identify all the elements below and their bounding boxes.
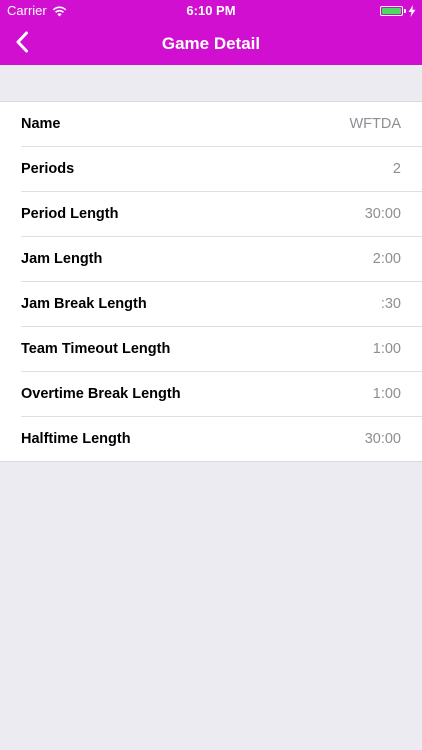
row-label: Name — [21, 116, 61, 132]
row-periods[interactable]: Periods 2 — [0, 146, 422, 191]
row-overtime-break-length[interactable]: Overtime Break Length 1:00 — [0, 371, 422, 416]
battery-level — [382, 8, 401, 14]
row-value: 2:00 — [372, 250, 401, 267]
battery-indicator — [380, 5, 416, 17]
row-label: Team Timeout Length — [21, 340, 171, 357]
row-jam-break-length[interactable]: Jam Break Length :30 — [0, 281, 422, 326]
row-value: 1:00 — [372, 340, 401, 357]
row-value: 2 — [392, 160, 401, 177]
row-value: 1:00 — [372, 385, 401, 402]
row-value: 30:00 — [364, 430, 401, 447]
row-label: Periods — [21, 160, 75, 177]
battery-icon — [380, 6, 403, 16]
row-label: Jam Length — [21, 250, 103, 267]
navigation-bar: Game Detail — [0, 22, 422, 65]
row-jam-length[interactable]: Jam Length 2:00 — [0, 236, 422, 281]
row-value: WFTDA — [349, 116, 401, 132]
row-team-timeout-length[interactable]: Team Timeout Length 1:00 — [0, 326, 422, 371]
row-value: :30 — [380, 295, 401, 312]
row-value: 30:00 — [364, 205, 401, 222]
game-detail-table: Name WFTDA Periods 2 Period Length 30:00… — [0, 101, 422, 462]
row-name[interactable]: Name WFTDA — [0, 102, 422, 146]
charging-bolt-icon — [408, 5, 416, 17]
row-period-length[interactable]: Period Length 30:00 — [0, 191, 422, 236]
battery-tip — [404, 9, 406, 13]
page-title: Game Detail — [161, 34, 261, 53]
row-halftime-length[interactable]: Halftime Length 30:00 — [0, 416, 422, 461]
row-label: Jam Break Length — [21, 295, 147, 312]
status-bar: Carrier 6:10 PM — [0, 0, 422, 22]
status-time: 6:10 PM — [186, 3, 236, 18]
header: Carrier 6:10 PM Game Detail — [0, 0, 422, 65]
row-label: Halftime Length — [21, 430, 131, 447]
row-label: Period Length — [21, 205, 119, 222]
row-label: Overtime Break Length — [21, 385, 181, 402]
